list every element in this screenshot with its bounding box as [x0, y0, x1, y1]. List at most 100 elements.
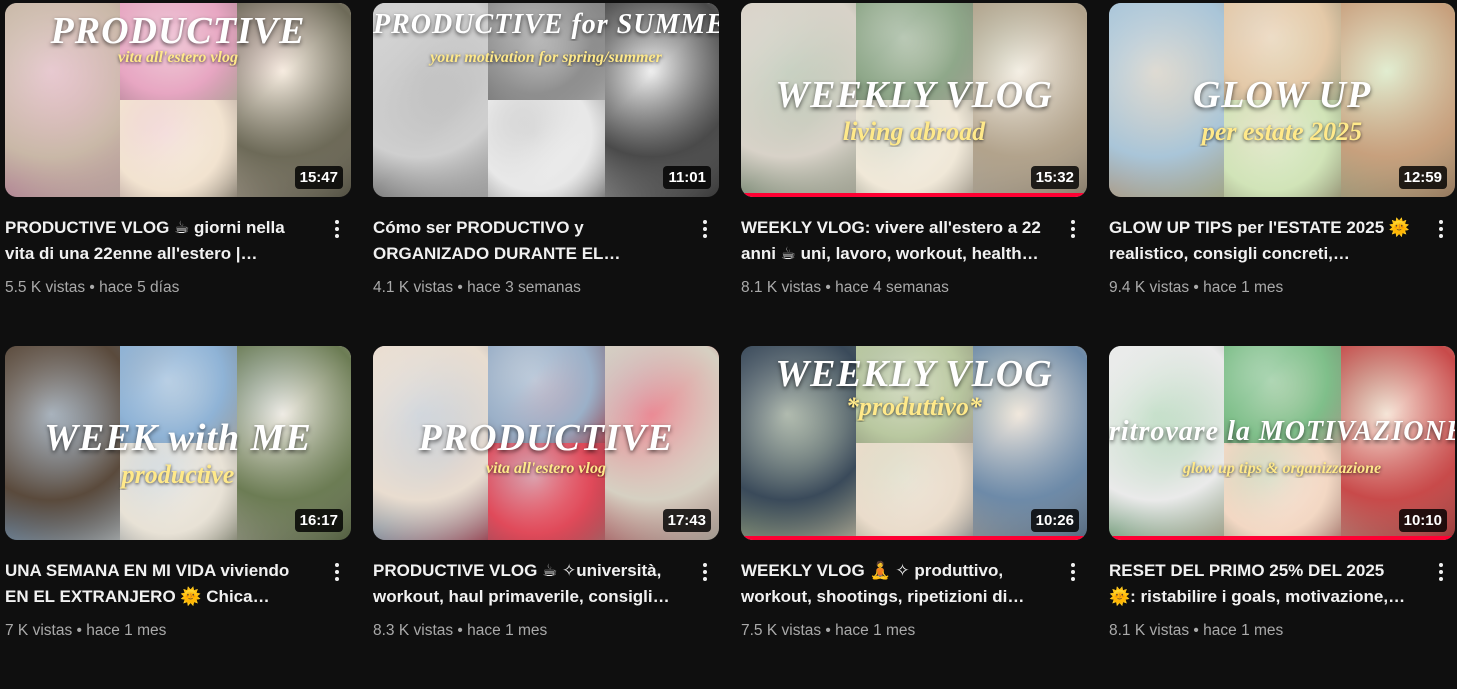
video-title[interactable]: RESET DEL PRIMO 25% DEL 2025 🌞: ristabil…: [1109, 558, 1415, 610]
video-title[interactable]: UNA SEMANA EN MI VIDA viviendo EN EL EXT…: [5, 558, 311, 610]
kebab-dot: [703, 234, 707, 238]
view-count: 8.3 K vistas: [373, 622, 454, 639]
thumbnail-overlay-title: WEEK with ME: [44, 417, 312, 459]
thumbnail-overlay-subtitle: productive: [121, 460, 235, 489]
separator-dot: •: [85, 279, 100, 296]
collage-photo: [1224, 443, 1341, 540]
video-stats: 9.4 K vistas • hace 1 mes: [1109, 279, 1455, 297]
video-grid: PRODUCTIVE vita all'estero vlog 15:47 PRODU…: [5, 3, 1455, 689]
kebab-dot: [1071, 220, 1075, 224]
more-options-icon[interactable]: [693, 217, 717, 241]
kebab-dot: [335, 577, 339, 581]
video-thumbnail[interactable]: PRODUCTIVE for SUMMER your motivation for…: [373, 3, 719, 197]
upload-age: hace 1 mes: [1203, 279, 1284, 296]
kebab-dot: [1439, 234, 1443, 238]
video-card[interactable]: WEEKLY VLOG *produttivo* 10:26 WEEKLY VLOG …: [741, 346, 1087, 689]
upload-age: hace 3 semanas: [467, 279, 581, 296]
kebab-dot: [1071, 570, 1075, 574]
duration-badge: 17:43: [662, 509, 711, 532]
kebab-dot: [335, 234, 339, 238]
upload-age: hace 1 mes: [1203, 622, 1284, 639]
video-thumbnail[interactable]: PRODUCTIVE vita all'estero vlog 17:43: [373, 346, 719, 540]
view-count: 8.1 K vistas: [741, 279, 822, 296]
duration-badge: 10:26: [1030, 509, 1079, 532]
video-details: RESET DEL PRIMO 25% DEL 2025 🌞: ristabil…: [1109, 540, 1455, 640]
video-thumbnail[interactable]: WEEKLY VLOG *produttivo* 10:26: [741, 346, 1087, 540]
kebab-dot: [1071, 234, 1075, 238]
more-options-icon[interactable]: [325, 560, 349, 584]
video-card[interactable]: GLOW UP per estate 2025 12:59 GLOW UP TIPS …: [1109, 3, 1455, 346]
video-title[interactable]: GLOW UP TIPS per l'ESTATE 2025 🌞 realist…: [1109, 215, 1415, 267]
thumbnail-overlay-title: PRODUCTIVE for SUMMER: [373, 9, 719, 40]
collage-photo: [120, 100, 237, 197]
duration-badge: 10:10: [1398, 509, 1447, 532]
more-options-icon[interactable]: [693, 560, 717, 584]
view-count: 9.4 K vistas: [1109, 279, 1190, 296]
duration-badge: 12:59: [1398, 166, 1447, 189]
separator-dot: •: [453, 279, 468, 296]
more-options-icon[interactable]: [325, 217, 349, 241]
kebab-dot: [1071, 227, 1075, 231]
kebab-dot: [1439, 570, 1443, 574]
video-thumbnail[interactable]: GLOW UP per estate 2025 12:59: [1109, 3, 1455, 197]
video-thumbnail[interactable]: ritrovare la MOTIVAZIONE glow up tips & o…: [1109, 346, 1455, 540]
video-card[interactable]: WEEKLY VLOG living abroad 15:32 WEEKLY VLOG…: [741, 3, 1087, 346]
video-title[interactable]: WEEKLY VLOG: vivere all'estero a 22 anni…: [741, 215, 1047, 267]
separator-dot: •: [453, 622, 468, 639]
kebab-dot: [703, 577, 707, 581]
more-options-icon[interactable]: [1429, 560, 1453, 584]
view-count: 7.5 K vistas: [741, 622, 822, 639]
kebab-dot: [335, 570, 339, 574]
video-title[interactable]: WEEKLY VLOG 🧘 ✧ produttivo, workout, sho…: [741, 558, 1047, 610]
thumbnail-overlay-subtitle: *produttivo*: [846, 392, 982, 421]
video-stats: 8.1 K vistas • hace 1 mes: [1109, 622, 1455, 640]
video-card[interactable]: PRODUCTIVE vita all'estero vlog 15:47 PRODU…: [5, 3, 351, 346]
upload-age: hace 5 días: [99, 279, 180, 296]
upload-age: hace 1 mes: [86, 622, 167, 639]
kebab-dot: [703, 227, 707, 231]
video-thumbnail[interactable]: WEEK with ME productive 16:17: [5, 346, 351, 540]
more-options-icon[interactable]: [1061, 217, 1085, 241]
kebab-dot: [335, 563, 339, 567]
thumbnail-overlay-subtitle: per estate 2025: [1201, 117, 1363, 146]
collage-photo: [488, 100, 605, 197]
video-title[interactable]: Cómo ser PRODUCTIVO y ORGANIZADO DURANTE…: [373, 215, 679, 267]
video-stats: 4.1 K vistas • hace 3 semanas: [373, 279, 719, 297]
view-count: 8.1 K vistas: [1109, 622, 1190, 639]
video-thumbnail[interactable]: PRODUCTIVE vita all'estero vlog 15:47: [5, 3, 351, 197]
thumbnail-overlay-title: GLOW UP: [1192, 74, 1372, 116]
video-details: UNA SEMANA EN MI VIDA viviendo EN EL EXT…: [5, 540, 351, 640]
video-stats: 7.5 K vistas • hace 1 mes: [741, 622, 1087, 640]
duration-badge: 15:32: [1030, 166, 1079, 189]
thumbnail-overlay-subtitle: glow up tips & organizzazione: [1182, 460, 1382, 477]
video-stats: 8.1 K vistas • hace 4 semanas: [741, 279, 1087, 297]
kebab-dot: [1439, 563, 1443, 567]
view-count: 7 K vistas: [5, 622, 73, 639]
video-card[interactable]: ritrovare la MOTIVAZIONE glow up tips & o…: [1109, 346, 1455, 689]
video-card[interactable]: WEEK with ME productive 16:17 UNA SEMANA EN…: [5, 346, 351, 689]
more-options-icon[interactable]: [1429, 217, 1453, 241]
kebab-dot: [1071, 563, 1075, 567]
separator-dot: •: [821, 279, 836, 296]
more-options-icon[interactable]: [1061, 560, 1085, 584]
video-thumbnail[interactable]: WEEKLY VLOG living abroad 15:32: [741, 3, 1087, 197]
collage-photo: [856, 443, 973, 540]
kebab-dot: [703, 220, 707, 224]
upload-age: hace 1 mes: [467, 622, 548, 639]
video-title[interactable]: PRODUCTIVE VLOG ☕ ✧università, workout, …: [373, 558, 679, 610]
video-card[interactable]: PRODUCTIVE for SUMMER your motivation for…: [373, 3, 719, 346]
thumbnail-overlay-subtitle: vita all'estero vlog: [486, 460, 606, 477]
duration-badge: 16:17: [294, 509, 343, 532]
thumbnail-overlay-subtitle: living abroad: [842, 117, 986, 146]
video-details: WEEKLY VLOG: vivere all'estero a 22 anni…: [741, 197, 1087, 297]
separator-dot: •: [72, 622, 87, 639]
kebab-dot: [335, 220, 339, 224]
duration-badge: 11:01: [663, 166, 711, 189]
view-count: 4.1 K vistas: [373, 279, 454, 296]
video-details: WEEKLY VLOG 🧘 ✧ produttivo, workout, sho…: [741, 540, 1087, 640]
kebab-dot: [335, 227, 339, 231]
video-card[interactable]: PRODUCTIVE vita all'estero vlog 17:43 PRODU…: [373, 346, 719, 689]
video-title[interactable]: PRODUCTIVE VLOG ☕ giorni nella vita di u…: [5, 215, 311, 267]
separator-dot: •: [1189, 622, 1204, 639]
thumbnail-overlay-subtitle: vita all'estero vlog: [118, 49, 238, 66]
